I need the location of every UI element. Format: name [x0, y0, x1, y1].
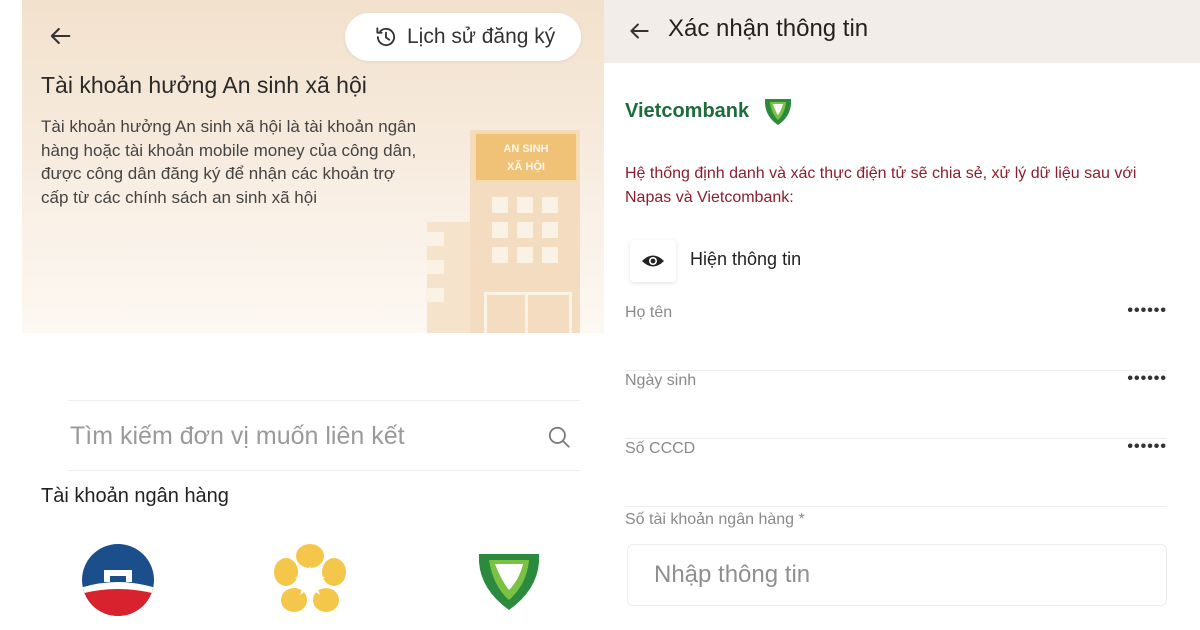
eye-icon — [642, 255, 664, 267]
bank-accounts-section-title: Tài khoản ngân hàng — [41, 485, 229, 507]
history-clock-icon — [376, 27, 396, 46]
building-door — [484, 292, 572, 333]
building-window — [492, 247, 508, 263]
search-icon[interactable] — [546, 424, 572, 450]
building-window — [542, 247, 558, 263]
show-info-toggle[interactable] — [630, 240, 676, 282]
divider — [68, 400, 580, 401]
back-arrow-icon[interactable] — [46, 22, 74, 50]
building-sign-line1: AN SINH — [503, 143, 549, 155]
vietcombank-shield-icon — [765, 99, 792, 125]
building-window — [492, 222, 508, 238]
building-window — [542, 222, 558, 238]
info-row-full-name: Họ tên •••••• — [625, 302, 1167, 371]
data-sharing-notice: Hệ thống định danh và xác thực điện tử s… — [625, 165, 1137, 206]
masked-value: •••••• — [1127, 438, 1167, 455]
info-row-citizen-id: Số CCCD •••••• — [625, 438, 1167, 507]
page-title: Tài khoản hưởng An sinh xã hội — [41, 72, 367, 98]
masked-value: •••••• — [1127, 302, 1167, 319]
partner-bank: Vietcombank — [625, 95, 793, 127]
search-input[interactable] — [68, 421, 518, 451]
masked-value: •••••• — [1127, 370, 1167, 387]
screen-root: Lịch sử đăng ký Tài khoản hưởng An sinh … — [0, 0, 1200, 630]
building-sign-line2: XÃ HỘI — [507, 161, 545, 173]
building-window — [426, 260, 444, 274]
building-window — [517, 197, 533, 213]
building-window — [492, 197, 508, 213]
confirm-info-screen: Xác nhận thông tin Vietcombank Hệ thống … — [604, 0, 1200, 630]
hero-banner: Lịch sử đăng ký Tài khoản hưởng An sinh … — [22, 0, 604, 333]
info-row-date-of-birth: Ngày sinh •••••• — [625, 370, 1167, 439]
building-window — [542, 197, 558, 213]
partner-bank-name: Vietcombank — [625, 99, 750, 122]
building-window — [426, 288, 444, 302]
header-bar: Xác nhận thông tin — [604, 0, 1200, 63]
account-number-input[interactable] — [627, 544, 1167, 606]
vietinbank-logo-icon[interactable] — [80, 542, 156, 618]
field-label: Họ tên — [625, 304, 673, 321]
page-title: Xác nhận thông tin — [668, 15, 869, 42]
field-label: Ngày sinh — [625, 372, 697, 389]
field-label: Số CCCD — [625, 440, 696, 457]
vietcombank-logo-icon[interactable] — [471, 542, 547, 618]
history-button-label: Lịch sử đăng ký — [407, 25, 556, 48]
search-bar[interactable] — [68, 402, 580, 470]
building-window — [426, 232, 444, 246]
social-security-account-screen: Lịch sử đăng ký Tài khoản hưởng An sinh … — [22, 0, 604, 630]
back-arrow-icon[interactable] — [626, 18, 652, 44]
building-window — [517, 247, 533, 263]
page-description: Tài khoản hưởng An sinh xã hội là tài kh… — [41, 117, 417, 207]
registration-history-button[interactable]: Lịch sử đăng ký — [345, 13, 581, 61]
building-window — [517, 222, 533, 238]
show-info-label: Hiện thông tin — [690, 249, 802, 269]
building-sign: AN SINH XÃ HỘI — [474, 132, 578, 182]
account-number-label: Số tài khoản ngân hàng * — [625, 511, 805, 528]
sacombank-logo-icon[interactable] — [272, 542, 348, 618]
divider — [68, 470, 580, 471]
